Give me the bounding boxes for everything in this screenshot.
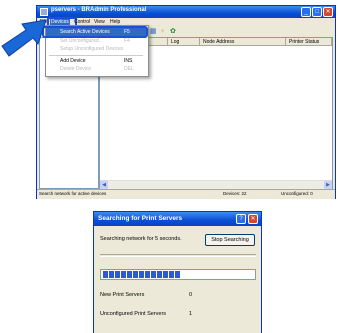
progress-segment [121,271,126,278]
network-icon[interactable]: ✿ [170,28,176,36]
close-button[interactable]: ✕ [323,7,333,17]
scroll-left-icon[interactable]: ◀ [100,181,108,189]
status-device-count: Devices: 22 [223,191,247,196]
unconfigured-print-servers-label: Unconfigured Print Servers [100,311,167,317]
search-progress-bar [100,269,256,280]
pointer-arrow-icon [1,19,47,57]
column-header-node-address[interactable]: Node Address [200,38,286,46]
help-icon[interactable]: ? [236,214,246,224]
column-header-log[interactable]: Log [168,38,200,46]
main-title-bar[interactable]: pservers - BRAdmin Professional _ □ ✕ [37,6,335,18]
scroll-right-icon[interactable]: ▶ [324,181,332,189]
progress-segment [145,271,150,278]
status-bar: Search network for active devices Device… [37,189,335,199]
progress-segment [103,271,108,278]
search-dialog: Searching for Print Servers ? ✕ Searchin… [93,211,262,333]
progress-segment [175,271,180,278]
properties-icon[interactable]: ▦ [150,28,157,36]
menu-item-delete-device[interactable]: Delete Device DEL [46,65,146,74]
search-message: Searching network for 5 seconds. [100,236,182,242]
menu-item-label: Setup Unconfigured Devices [60,46,124,52]
menu-item-label: Set Unconfigured... [60,38,103,44]
new-print-servers-count: 0 [189,292,193,298]
minimize-button[interactable]: _ [301,7,311,17]
dialog-title: Searching for Print Servers [98,215,183,222]
menu-item-setup-unconfigured[interactable]: Setup Unconfigured Devices [46,45,146,54]
progress-segment [151,271,156,278]
progress-segment [169,271,174,278]
menu-separator [49,55,143,56]
dialog-title-bar[interactable]: Searching for Print Servers ? ✕ [94,212,261,226]
progress-segment [127,271,132,278]
stop-searching-button[interactable]: Stop Searching [205,234,255,246]
divider [100,254,256,257]
main-window-title: pservers - BRAdmin Professional [51,7,147,13]
maximize-button[interactable]: □ [312,7,322,17]
progress-segment [109,271,114,278]
status-unconfigured-count: Unconfigured: 0 [281,191,313,196]
menu-item-label: Add Device [60,58,86,64]
menu-item-shortcut: DEL [124,66,134,72]
progress-segment [133,271,138,278]
progress-segment [115,271,120,278]
devices-dropdown-menu: Search Active Devices F5 Set Unconfigure… [42,25,149,77]
progress-segment [139,271,144,278]
column-header-printer-status[interactable]: Printer Status [286,38,332,46]
unconfigured-print-servers-count: 1 [189,311,193,317]
progress-segment [157,271,162,278]
dialog-close-button[interactable]: ✕ [248,214,258,224]
menu-item-label: Delete Device [60,66,92,72]
status-text: Search network for active devices [39,191,107,196]
horizontal-scrollbar[interactable]: ◀ ▶ [100,180,332,189]
menu-item-search-active-devices[interactable]: Search Active Devices F5 [42,26,148,38]
new-print-servers-label: New Print Servers [100,292,145,298]
app-icon [40,8,48,16]
progress-segment [163,271,168,278]
key-icon[interactable]: ♀ [160,28,165,36]
